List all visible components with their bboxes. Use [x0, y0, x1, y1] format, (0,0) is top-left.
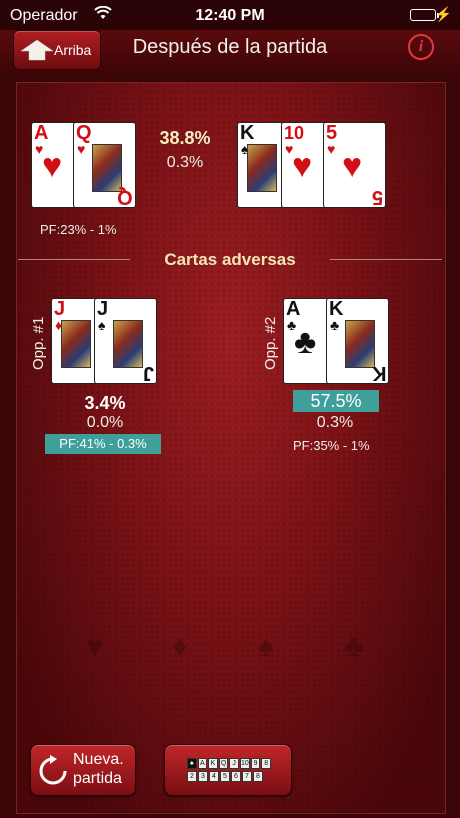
queen-face-image [92, 144, 122, 192]
opp1-tie-pct: 0.0% [86, 414, 124, 431]
rank-key: 9 [250, 758, 261, 769]
card-rank: A [34, 122, 49, 144]
hand-ranking-icon: ♠ A K Q J 10 9 8 2 3 4 5 6 7 8 [187, 758, 271, 784]
ranking-row-2: 2 3 4 5 6 7 8 [187, 771, 271, 782]
rank-key: 3 [198, 771, 208, 782]
jack-face-image [61, 320, 91, 368]
status-bar: Operador 12:40 PM ⚡ [0, 0, 460, 30]
card-rank: J [54, 298, 66, 320]
card-rank: Q [76, 122, 92, 144]
card-suit: ♣ [330, 317, 340, 333]
card-rank-bottom: K [371, 362, 386, 384]
opponent-2-label: Opp. #2 [262, 316, 279, 370]
section-title: Cartas adversas [164, 250, 296, 269]
rank-key: 10 [239, 758, 250, 769]
rank-key: J [229, 758, 239, 769]
heart-icon: ♥ [342, 147, 363, 185]
opp2-tie-pct: 0.3% [316, 414, 354, 431]
rank-key: Q [218, 758, 229, 769]
rank-key: K [208, 758, 218, 769]
opp2-win-pct: 57.5% [293, 390, 379, 412]
ranking-row-1: ♠ A K Q J 10 9 8 [187, 758, 271, 769]
clock: 12:40 PM [195, 7, 265, 24]
heart-icon: ♥ [42, 147, 63, 185]
opp2-pf-label: PF:35% - 1% [293, 438, 370, 453]
board-card-3: 5 ♥ ♥ 5 [323, 122, 386, 208]
king-face-image [345, 320, 375, 368]
diamond-icon[interactable]: ♦ [172, 630, 187, 664]
rank-key: 2 [187, 771, 197, 782]
refresh-icon [39, 755, 67, 785]
new-game-label: Nueva. partida [73, 750, 124, 788]
heart-icon: ♥ [292, 147, 313, 185]
player-card-2: Q ♥ Q [73, 122, 136, 208]
new-game-line1: Nueva. [73, 751, 124, 768]
opp1-card-1: J ♦ [51, 298, 97, 384]
rank-key: 8 [261, 758, 271, 769]
navigation-bar: Arriba Después de la partida i [0, 30, 460, 74]
card-rank: K [240, 122, 255, 144]
card-suit: ♥ [77, 141, 86, 157]
new-game-line2: partida [73, 770, 122, 787]
card-icon: ♠ [187, 758, 197, 769]
charging-icon: ⚡ [434, 6, 452, 22]
page-title: Después de la partida [132, 36, 328, 58]
hand-ranking-button[interactable]: ♠ A K Q J 10 9 8 2 3 4 5 6 7 8 [164, 744, 292, 796]
card-rank: 5 [326, 122, 338, 144]
opponent-1-label: Opp. #1 [30, 316, 47, 370]
card-rank: J [97, 298, 109, 320]
card-rank-bottom: Q [117, 186, 133, 208]
jack-face-image [113, 320, 143, 368]
card-rank: A [286, 298, 301, 320]
rank-key: 4 [209, 771, 219, 782]
card-rank-bottom: 5 [371, 186, 383, 208]
opp1-win-pct: 3.4% [84, 393, 126, 413]
card-rank-bottom: J [142, 362, 154, 384]
club-icon: ♣ [294, 323, 317, 361]
board-card-1: K ♠ [237, 122, 283, 208]
player-pf-label: PF:23% - 1% [40, 222, 117, 237]
info-button[interactable]: i [408, 34, 434, 60]
rank-key: 8 [253, 771, 263, 782]
opp1-card-2: J ♠ J [94, 298, 157, 384]
rank-key: 5 [220, 771, 230, 782]
board-card-2: 10 ♥ ♥ [281, 122, 327, 208]
new-game-button[interactable]: Nueva. partida [30, 744, 136, 796]
card-suit: ♠ [98, 317, 106, 333]
divider-right [330, 259, 442, 260]
player-card-1: A ♥ ♥ [31, 122, 77, 208]
player-win-pct: 38.8% [159, 128, 211, 148]
spade-icon[interactable]: ♠ [258, 630, 274, 664]
opp2-card-2: K ♣ K [326, 298, 389, 384]
rank-key: A [197, 758, 208, 769]
opp1-pf-label: PF:41% - 0.3% [45, 434, 161, 454]
rank-key: 7 [242, 771, 252, 782]
heart-icon[interactable]: ♥ [86, 630, 104, 664]
player-tie-pct: 0.3% [166, 154, 204, 171]
card-rank: K [329, 298, 344, 320]
card-rank: 10 [284, 123, 305, 143]
battery-icon [410, 9, 436, 21]
club-icon[interactable]: ♣ [344, 630, 364, 664]
opp2-card-1: A ♣ ♣ [283, 298, 329, 384]
card-suit: ♥ [327, 141, 336, 157]
rank-key: 6 [231, 771, 241, 782]
king-face-image [247, 144, 277, 192]
